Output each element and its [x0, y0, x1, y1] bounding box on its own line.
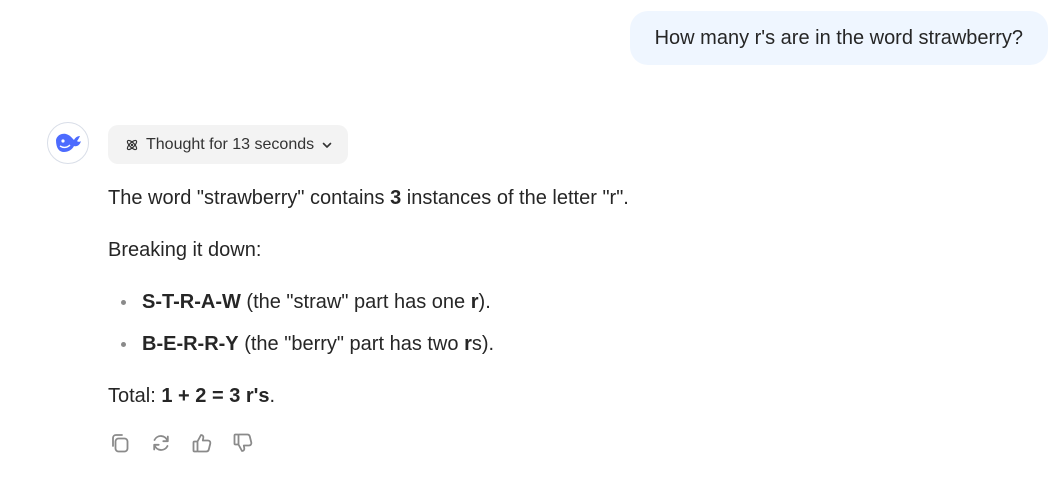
whale-logo-icon	[56, 133, 81, 152]
thought-toggle-button[interactable]: Thought for 13 seconds	[108, 125, 349, 164]
message-actions	[108, 431, 255, 455]
regenerate-button[interactable]	[149, 431, 173, 455]
atom-icon	[126, 139, 138, 150]
list-item: B-E-R-R-Y (the "berry" part has two rs).	[108, 324, 494, 364]
thumbs-down-button[interactable]	[231, 431, 255, 455]
answer-total: Total: 1 + 2 = 3 r's.	[108, 385, 276, 407]
copy-button[interactable]	[108, 431, 132, 455]
thought-label: Thought for 13 seconds	[146, 135, 315, 153]
breakdown-list: S-T-R-A-W (the "straw" part has one r). …	[108, 282, 494, 366]
answer-paragraph-1: The word "strawberry" contains 3 instanc…	[108, 187, 629, 209]
assistant-avatar	[47, 122, 89, 164]
thumbs-down-icon	[233, 433, 253, 452]
user-message-text: How many r's are in the word strawberry?	[654, 26, 1023, 49]
answer-paragraph-2: Breaking it down:	[108, 239, 262, 261]
chevron-down-icon	[322, 142, 332, 148]
copy-icon	[112, 434, 129, 453]
user-message-bubble: How many r's are in the word strawberry?	[629, 11, 1048, 65]
thumbs-up-button[interactable]	[190, 431, 214, 455]
list-item: S-T-R-A-W (the "straw" part has one r).	[108, 282, 494, 322]
thumbs-up-icon	[192, 434, 212, 453]
regenerate-icon	[153, 435, 169, 451]
